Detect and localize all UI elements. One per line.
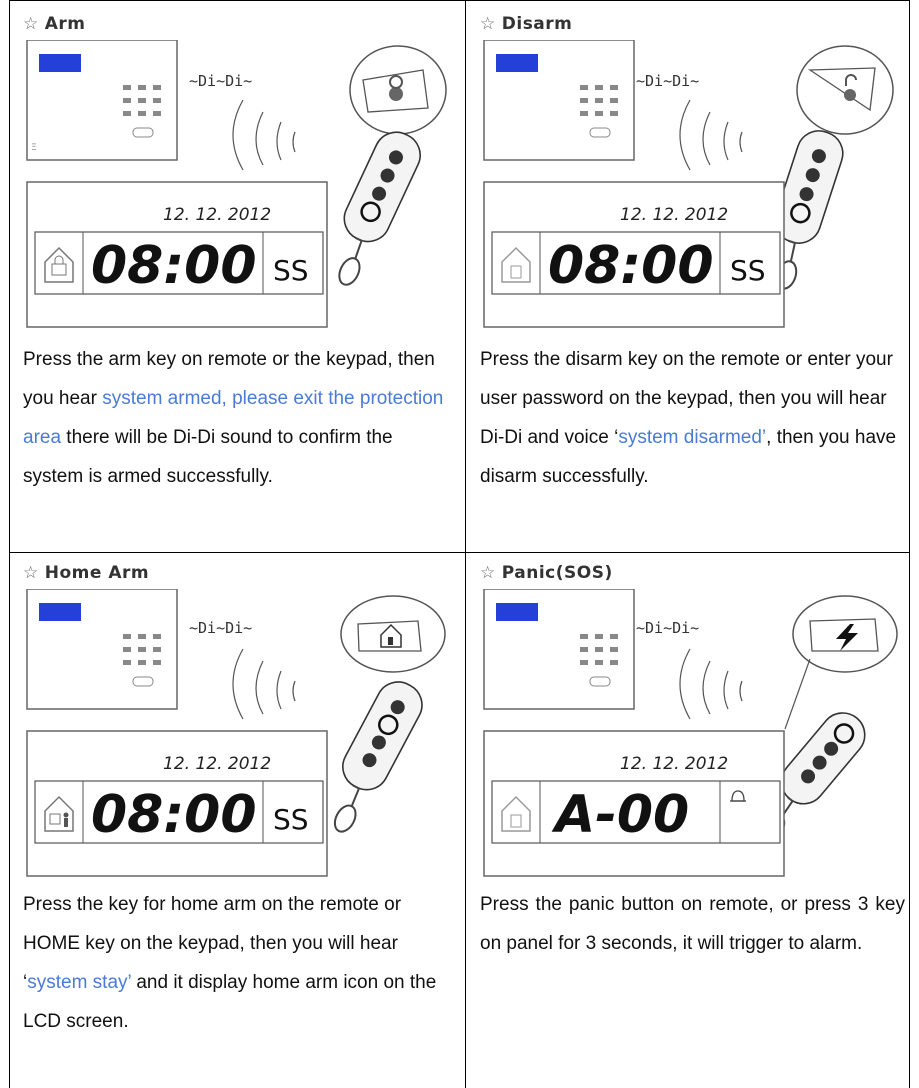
panel-description: Press the panic button on remote, or pre… (480, 894, 905, 954)
alarm-panel-icon: Ξ (26, 40, 178, 161)
svg-text:Ξ: Ξ (31, 143, 37, 153)
lcd-clock: 08:00 (91, 236, 257, 296)
lcd-suffix: SS (273, 803, 309, 836)
lcd-date: 12. 12. 2012 (163, 205, 271, 225)
panel-title: ☆ Home Arm (23, 563, 150, 583)
home-arm-illustration: 12. 12. 2012 08:00 SS (23, 589, 453, 879)
panel-description: Press the disarm key on the remote or en… (480, 349, 897, 487)
lcd-date: 12. 12. 2012 (163, 754, 271, 774)
lightning-icon (784, 595, 898, 730)
lcd-date: 12. 12. 2012 (620, 754, 728, 774)
panel-description: Press the arm key on remote or the keypa… (23, 349, 444, 487)
lcd-clock: 08:00 (548, 236, 714, 296)
panel-title: ☆ Arm (23, 14, 86, 34)
alarm-panel-icon (483, 589, 635, 710)
unlock-icon (796, 45, 894, 135)
panel-disarm: ☆ Disarm ~Di~Di~ 12. 12. 2012 08:00 SS P… (466, 0, 909, 552)
panel-description: Press the key for home arm on the remote… (23, 894, 437, 1032)
star-icon: ☆ (23, 563, 39, 583)
lcd-clock: 08:00 (91, 785, 257, 845)
star-icon: ☆ (23, 14, 39, 34)
alarm-panel-icon (483, 40, 635, 161)
panel-panic: ☆ Panic(SOS) ~Di~Di~ 12. 12. 2012 A-00 P… (466, 553, 909, 1088)
panel-home-arm: ☆ Home Arm ~Di~Di~ 12. 12. 2012 08:00 SS… (9, 553, 465, 1088)
star-icon: ☆ (480, 563, 496, 583)
panel-title: ☆ Panic(SOS) (480, 563, 613, 583)
panic-illustration: 12. 12. 2012 A-00 (480, 589, 900, 879)
instruction-table: ☆ Arm ~Di~Di~ Ξ 12. 12. 2012 08:00 SS Pr… (9, 0, 910, 1088)
disarm-illustration: 12. 12. 2012 08:00 SS (480, 40, 900, 330)
lock-icon (349, 45, 447, 135)
remote-control-icon (333, 681, 423, 833)
home-icon (340, 595, 446, 673)
table-border-right (909, 0, 910, 1088)
lcd-alarm-code: A-00 (551, 785, 689, 845)
alarm-panel-icon (26, 589, 178, 710)
remote-control-icon (338, 131, 421, 286)
lcd-suffix: SS (273, 254, 309, 287)
panel-title: ☆ Disarm (480, 14, 573, 34)
lcd-date: 12. 12. 2012 (620, 205, 728, 225)
panel-arm: ☆ Arm ~Di~Di~ Ξ 12. 12. 2012 08:00 SS Pr… (9, 0, 465, 552)
lcd-suffix: SS (730, 254, 766, 287)
star-icon: ☆ (480, 14, 496, 34)
arm-illustration: Ξ 12. 12. 2012 08:00 SS (23, 40, 453, 330)
